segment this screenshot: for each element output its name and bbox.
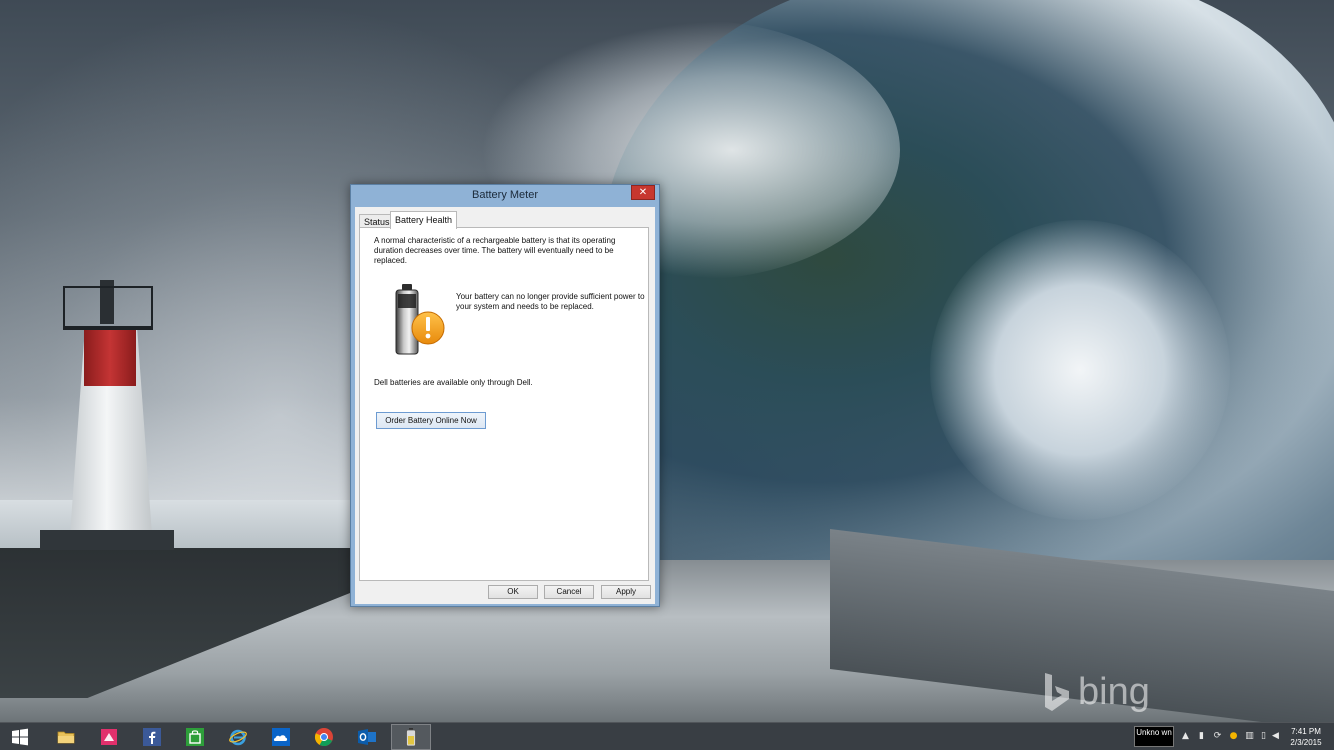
close-button[interactable]: ✕ — [631, 185, 655, 200]
taskbar-onedrive[interactable] — [261, 724, 301, 750]
bing-logo-icon — [1045, 673, 1069, 711]
desktop-wallpaper: bing — [0, 0, 1334, 722]
bing-text: bing — [1078, 670, 1150, 713]
taskbar-facebook[interactable] — [132, 724, 172, 750]
outlook-icon — [358, 729, 376, 745]
lighthouse-band — [84, 330, 136, 386]
apply-button[interactable]: Apply — [601, 585, 651, 599]
title-bar[interactable]: Battery Meter ✕ — [351, 185, 659, 207]
battery-meter-window: Battery Meter ✕ Status Battery Health A … — [350, 184, 660, 607]
intro-text: A normal characteristic of a rechargeabl… — [374, 236, 616, 265]
order-battery-button[interactable]: Order Battery Online Now — [376, 412, 486, 429]
battery-icon — [406, 728, 416, 747]
lighthouse-gallery — [63, 286, 153, 330]
sync-icon[interactable]: ⟳ — [1212, 731, 1223, 742]
tray-status-label[interactable]: Unkno wn — [1134, 726, 1174, 747]
taskbar-internet-explorer[interactable] — [218, 724, 258, 750]
window-title: Battery Meter — [471, 189, 539, 201]
close-icon: ✕ — [638, 187, 648, 198]
battery-warning-icon — [395, 284, 445, 355]
tab-battery-health[interactable]: Battery Health — [390, 211, 458, 229]
cloud-icon — [272, 728, 290, 746]
start-button[interactable] — [0, 724, 40, 750]
taskbar-store[interactable] — [89, 724, 129, 750]
foam — [930, 220, 1230, 520]
ok-button[interactable]: OK — [488, 585, 538, 599]
network-icon[interactable]: ▥ — [1244, 731, 1255, 742]
battery-health-panel: A normal characteristic of a rechargeabl… — [359, 227, 649, 581]
windows-logo-icon — [12, 728, 28, 746]
dialog-client: Status Battery Health A normal character… — [355, 207, 655, 604]
taskbar-chrome[interactable] — [304, 724, 344, 750]
clock[interactable]: 7:41 PM 2/3/2015 — [1282, 726, 1330, 748]
replace-message: Your battery can no longer provide suffi… — [456, 292, 645, 311]
ie-icon — [229, 729, 247, 746]
signal-icon[interactable]: ▮ — [1196, 731, 1207, 742]
store-icon — [101, 729, 117, 745]
clock-date: 2/3/2015 — [1290, 738, 1322, 747]
dell-availability-text: Dell batteries are available only throug… — [374, 378, 533, 387]
volume-icon[interactable]: ◀ — [1270, 731, 1281, 742]
facebook-icon — [143, 728, 161, 746]
taskbar-battery-meter[interactable] — [391, 724, 431, 750]
lighthouse-base — [40, 530, 174, 550]
shopping-bag-icon — [186, 728, 204, 746]
taskbar: Unkno wn ▲ ▮ ⟳ ● ▥ ▯ ◀ 7:41 PM 2/3/2015 — [0, 722, 1334, 750]
bing-watermark: bing — [1042, 668, 1172, 716]
taskbar-windows-store[interactable] — [175, 724, 215, 750]
taskbar-file-explorer[interactable] — [46, 724, 86, 750]
clock-time: 7:41 PM — [1291, 727, 1321, 736]
taskbar-outlook[interactable] — [347, 724, 387, 750]
cancel-button[interactable]: Cancel — [544, 585, 594, 599]
folder-icon — [57, 731, 75, 744]
up-arrow-icon[interactable]: ▲ — [1180, 731, 1191, 742]
chrome-tray-icon[interactable]: ● — [1228, 731, 1239, 742]
chrome-icon — [314, 728, 333, 747]
battery-tray-icon[interactable]: ▯ — [1258, 731, 1269, 742]
